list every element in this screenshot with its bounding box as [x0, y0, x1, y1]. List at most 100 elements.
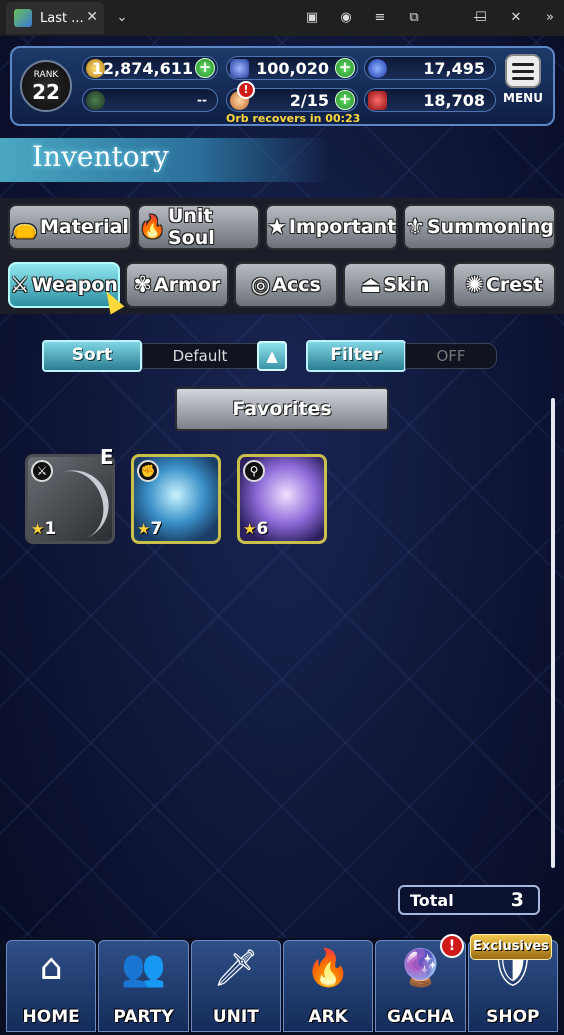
browser-tab[interactable]: Last ... ✕: [6, 2, 104, 34]
total-counter: Total 3: [398, 885, 540, 915]
tab-label: Important: [288, 216, 397, 238]
total-value: 3: [510, 889, 524, 911]
menu-label: MENU: [503, 91, 543, 105]
crest-icon: ✺: [465, 272, 484, 298]
favorites-button[interactable]: Favorites: [175, 387, 389, 431]
status-hud: RANK 22 12,874,611 + 100,020 + 17,495 --…: [10, 46, 555, 126]
window-titlebar: Last ... ✕ ⌄ ▣ ◉ ≡ ⧉ — ☐ ✕ »: [0, 0, 564, 36]
pin-icon[interactable]: ⧉: [404, 8, 424, 28]
tab-armor[interactable]: ✾ Armor: [124, 262, 229, 308]
equipped-badge: E: [100, 445, 114, 469]
ruby-counter: 18,708: [364, 88, 496, 112]
hanger-icon: ⏏: [360, 272, 382, 298]
nav-home[interactable]: ⌂ HOME: [6, 940, 97, 1032]
inventory-item[interactable]: ✊ ★7: [131, 454, 221, 544]
tab-skin[interactable]: ⏏ Skin: [342, 262, 447, 308]
nav-ark[interactable]: 🔥 ARK: [282, 940, 374, 1032]
nav-label: ARK: [308, 1007, 348, 1027]
app-icon: [14, 9, 32, 27]
empty-slot-counter: --: [82, 88, 218, 112]
filter-button[interactable]: Filter: [306, 340, 406, 372]
nav-party[interactable]: 👥 PARTY: [98, 940, 189, 1032]
chevron-down-icon[interactable]: ⌄: [112, 8, 132, 28]
nav-label: GACHA: [386, 1007, 454, 1027]
close-tab-icon[interactable]: ✕: [86, 9, 98, 25]
star-icon: ★: [267, 214, 287, 240]
nav-label: HOME: [22, 1007, 80, 1027]
blue-orb-icon: [368, 58, 387, 78]
blade-icon: [47, 460, 112, 541]
gold-counter: 12,874,611 +: [82, 56, 218, 80]
rarity-label: ★6: [243, 519, 269, 539]
tab-important[interactable]: ★ Important: [265, 204, 399, 250]
store-icon[interactable]: ▣: [302, 8, 322, 28]
gacha-alert-icon: !: [440, 934, 464, 958]
sword-type-icon: ⚔: [31, 460, 53, 482]
nav-label: PARTY: [113, 1007, 174, 1027]
tab-label: Accs: [272, 274, 321, 296]
ark-icon: 🔥: [305, 948, 351, 989]
page-title: Inventory: [32, 140, 169, 173]
nav-unit[interactable]: 🗡 UNIT: [190, 940, 281, 1032]
tab-label: Unit Soul: [167, 205, 215, 249]
inventory-item[interactable]: ⚲ ★6: [237, 454, 327, 544]
unit-icon: 🗡: [212, 948, 259, 989]
tab-summoning[interactable]: ⚜ Summoning: [403, 204, 556, 250]
sort-order-arrow-icon[interactable]: ▲: [257, 341, 287, 371]
add-gems-button[interactable]: +: [335, 58, 355, 78]
nav-label: SHOP: [486, 1007, 540, 1027]
expand-sidebar-icon[interactable]: »: [540, 8, 560, 28]
rank-label: RANK: [33, 70, 59, 80]
add-gold-button[interactable]: +: [195, 58, 215, 78]
empty-slot-value: --: [197, 93, 207, 107]
tab-label: Summoning: [426, 216, 554, 238]
rank-value: 22: [32, 80, 60, 104]
add-orbs-button[interactable]: +: [335, 90, 355, 110]
gem-value: 100,020: [256, 58, 329, 78]
armor-icon: ✾: [133, 272, 152, 298]
close-window-icon[interactable]: ✕: [506, 8, 526, 28]
blue-orb-value: 17,495: [423, 58, 485, 78]
tab-label: Skin: [383, 274, 430, 296]
filter-value[interactable]: OFF: [405, 343, 497, 369]
sword-emblem-icon: [86, 90, 105, 110]
gold-value: 12,874,611: [91, 58, 193, 78]
tab-crest[interactable]: ✺ Crest: [452, 262, 557, 308]
home-icon: ⌂: [39, 947, 63, 988]
ruby-value: 18,708: [423, 90, 485, 110]
hamburger-icon[interactable]: ≡: [370, 8, 390, 28]
menu-button[interactable]: MENU: [501, 54, 545, 116]
rarity-label: ★7: [137, 519, 163, 539]
account-icon[interactable]: ◉: [336, 8, 356, 28]
staff-type-icon: ⚲: [243, 460, 265, 482]
tab-unit-soul[interactable]: 🔥 Unit Soul: [136, 204, 261, 250]
tab-material[interactable]: 👝 Material: [8, 204, 132, 250]
game-viewport: RANK 22 12,874,611 + 100,020 + 17,495 --…: [0, 36, 564, 1035]
sort-value[interactable]: Default: [142, 343, 258, 369]
tab-label: Crest: [485, 274, 543, 296]
fist-type-icon: ✊: [137, 460, 159, 482]
blue-orb-counter: 17,495: [364, 56, 496, 80]
exclusives-badge[interactable]: Exclusives: [470, 934, 552, 960]
gem-counter: 100,020 +: [226, 56, 358, 80]
sword-icon: ⚔: [10, 272, 30, 298]
party-icon: 👥: [121, 948, 166, 989]
scrollbar[interactable]: [551, 398, 555, 868]
ruby-icon: [368, 90, 387, 110]
total-label: Total: [410, 891, 454, 910]
tab-accs[interactable]: ◎ Accs: [233, 262, 338, 308]
crystal-icon: [230, 58, 249, 78]
orb-alert-icon: !: [237, 81, 255, 99]
orb-value: 2/15: [289, 90, 329, 110]
scroll-icon: ⚜: [405, 214, 425, 240]
tab-label: Armor: [153, 274, 221, 296]
sack-icon: 👝: [10, 214, 39, 240]
orb-recover-timer: Orb recovers in 00:23: [226, 112, 361, 125]
maximize-icon[interactable]: ☐: [471, 8, 491, 28]
nav-label: UNIT: [212, 1007, 259, 1027]
category-tabs-row-2: ⚔ Weapon ✾ Armor ◎ Accs ⏏ Skin ✺ Crest: [0, 256, 564, 314]
gacha-icon: 🔮: [398, 948, 443, 989]
orb-stamina-counter: ! 2/15 +: [226, 81, 358, 112]
ring-icon: ◎: [251, 272, 271, 298]
sort-button[interactable]: Sort: [42, 340, 142, 372]
